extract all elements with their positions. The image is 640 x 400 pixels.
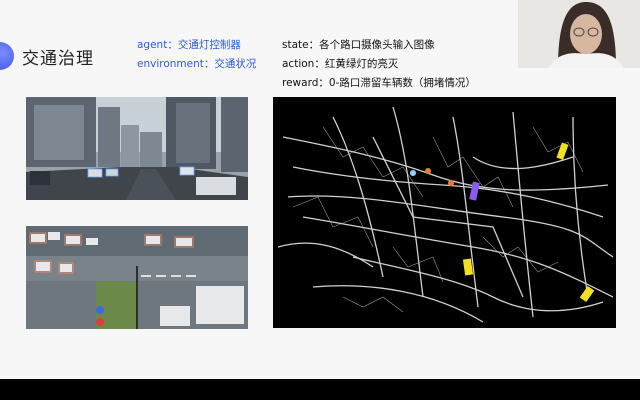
- bottom-bar: [0, 379, 640, 400]
- agent-label: agent：交通灯控制器: [137, 39, 241, 51]
- title-bullet-icon: [0, 42, 14, 70]
- presenter-webcam: [518, 0, 640, 68]
- intersection-camera-photo: [26, 226, 248, 329]
- reward-label: reward：0-路口滞留车辆数（拥堵情况）: [282, 77, 476, 89]
- traffic-light-marker-icon: [425, 168, 431, 174]
- state-label: state：各个路口摄像头输入图像: [282, 39, 435, 51]
- street-camera-photo: [26, 97, 248, 200]
- traffic-light-marker-icon: [448, 180, 454, 186]
- environment-label: environment：交通状况: [137, 58, 257, 70]
- city-traffic-map: [273, 97, 616, 328]
- traffic-light-marker-icon: [410, 170, 416, 176]
- slide-title: 交通治理: [22, 49, 94, 69]
- action-label: action：红黄绿灯的亮灭: [282, 58, 399, 70]
